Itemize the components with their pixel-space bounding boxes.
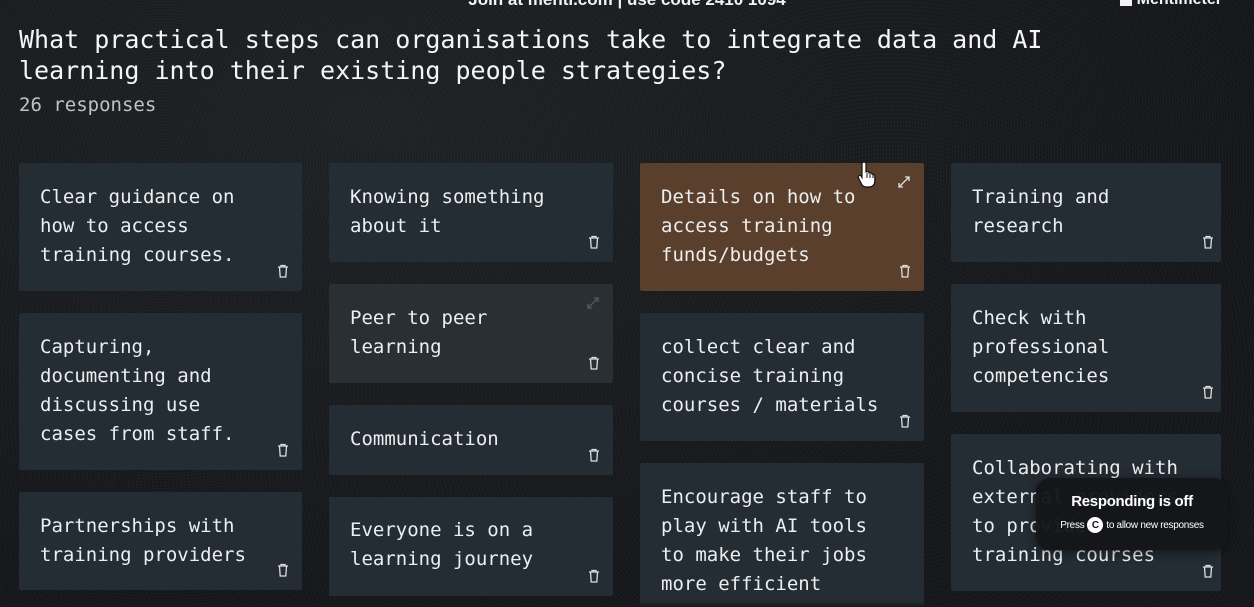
- toast-title: Responding is off: [1071, 493, 1193, 510]
- bottom-fade: [0, 601, 1254, 607]
- join-instructions: Join at menti.com | use code 2410 1094: [0, 0, 1254, 10]
- response-text: Training and research: [972, 186, 1110, 237]
- hand-cursor-icon: [857, 161, 876, 188]
- response-card[interactable]: collect clear and concise training cours…: [640, 313, 924, 441]
- response-text: Everyone is on a learning journey: [350, 519, 534, 570]
- expand-icon[interactable]: [897, 175, 911, 189]
- toast-hint-label: to allow new responses: [1106, 519, 1204, 531]
- delete-icon[interactable]: [588, 569, 600, 583]
- response-text: collect clear and concise training cours…: [661, 336, 879, 416]
- delete-icon[interactable]: [899, 264, 911, 278]
- delete-icon[interactable]: [588, 356, 600, 370]
- question-title: What practical steps can organisations t…: [19, 25, 1043, 85]
- keyboard-key-c: C: [1087, 517, 1104, 533]
- delete-icon[interactable]: [1202, 564, 1214, 578]
- delete-icon[interactable]: [1202, 385, 1214, 399]
- delete-icon[interactable]: [277, 264, 289, 278]
- response-text: Encourage staff to play with AI tools to…: [661, 486, 867, 595]
- expand-icon[interactable]: [586, 296, 600, 310]
- response-card[interactable]: Check with professional competencies: [951, 284, 1221, 412]
- response-text: Capturing, documenting and discussing us…: [40, 336, 235, 445]
- response-card[interactable]: Training and research: [951, 163, 1221, 262]
- response-text: Check with professional competencies: [972, 307, 1110, 387]
- toast-hint: Press C to allow new responses: [1036, 517, 1228, 533]
- response-card[interactable]: Details on how to access training funds/…: [640, 163, 924, 291]
- response-card[interactable]: Encourage staff to play with AI tools to…: [640, 463, 924, 607]
- toast-press-label: Press: [1060, 519, 1085, 531]
- response-card[interactable]: Knowing something about it: [329, 163, 613, 262]
- response-text: Clear guidance on how to access training…: [40, 186, 235, 266]
- responding-off-toast: Responding is off Press C to allow new r…: [1036, 478, 1228, 550]
- response-card[interactable]: Clear guidance on how to access training…: [19, 163, 302, 291]
- delete-icon[interactable]: [588, 235, 600, 249]
- delete-icon[interactable]: [588, 448, 600, 462]
- response-count: 26 responses: [19, 94, 157, 116]
- brand-logo: Mentimeter: [1119, 0, 1222, 9]
- brand-name: Mentimeter: [1137, 0, 1222, 9]
- mentimeter-logo-icon: [1119, 0, 1132, 6]
- delete-icon[interactable]: [1202, 235, 1214, 249]
- response-text: Partnerships with training providers: [40, 515, 246, 566]
- delete-icon[interactable]: [899, 414, 911, 428]
- response-text: Peer to peer learning: [350, 307, 488, 358]
- delete-icon[interactable]: [277, 443, 289, 457]
- response-text: Knowing something about it: [350, 186, 545, 237]
- response-text: Communication: [350, 428, 499, 450]
- response-card[interactable]: Peer to peer learning: [329, 284, 613, 383]
- response-card[interactable]: Capturing, documenting and discussing us…: [19, 313, 302, 470]
- response-text: Details on how to access training funds/…: [661, 186, 856, 266]
- response-card[interactable]: Everyone is on a learning journey: [329, 497, 613, 596]
- response-card[interactable]: Partnerships with training providers: [19, 492, 302, 590]
- response-card[interactable]: Communication: [329, 405, 613, 475]
- delete-icon[interactable]: [277, 563, 289, 577]
